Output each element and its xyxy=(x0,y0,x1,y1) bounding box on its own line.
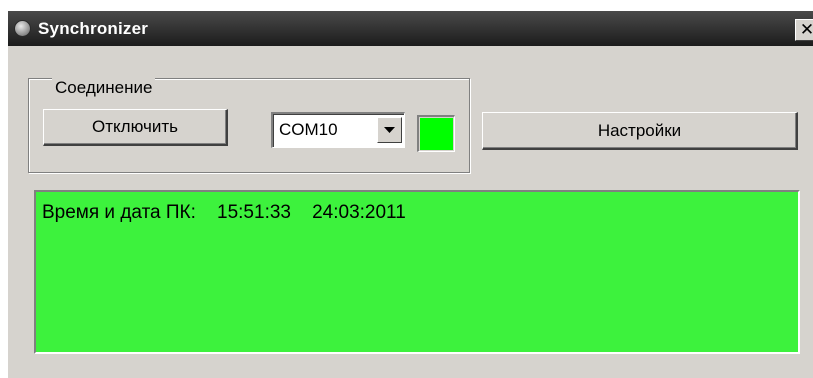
com-port-value: COM10 xyxy=(279,120,338,139)
window-title: Synchronizer xyxy=(38,19,149,38)
pc-time-date-text: Время и дата ПК: 15:51:33 24:03:2011 xyxy=(42,202,406,223)
status-indicator-fill xyxy=(420,118,453,150)
connection-group-label: Соединение xyxy=(52,78,156,98)
disconnect-button[interactable]: Отключить xyxy=(43,109,228,146)
app-globe-icon[interactable] xyxy=(14,20,31,37)
dropdown-button[interactable] xyxy=(377,117,402,143)
pc-time-display: Время и дата ПК: 15:51:33 24:03:2011 xyxy=(34,190,800,354)
settings-button[interactable]: Настройки xyxy=(482,112,798,150)
settings-button-label: Настройки xyxy=(597,120,682,140)
close-button[interactable]: ✕ xyxy=(795,19,813,41)
disconnect-button-label: Отключить xyxy=(92,117,178,136)
connection-status-indicator xyxy=(417,115,455,152)
chevron-down-icon xyxy=(384,127,395,133)
title-bar[interactable]: Synchronizer ✕ xyxy=(8,11,813,46)
close-icon: ✕ xyxy=(799,20,813,39)
com-port-select[interactable]: COM10 xyxy=(271,112,405,148)
